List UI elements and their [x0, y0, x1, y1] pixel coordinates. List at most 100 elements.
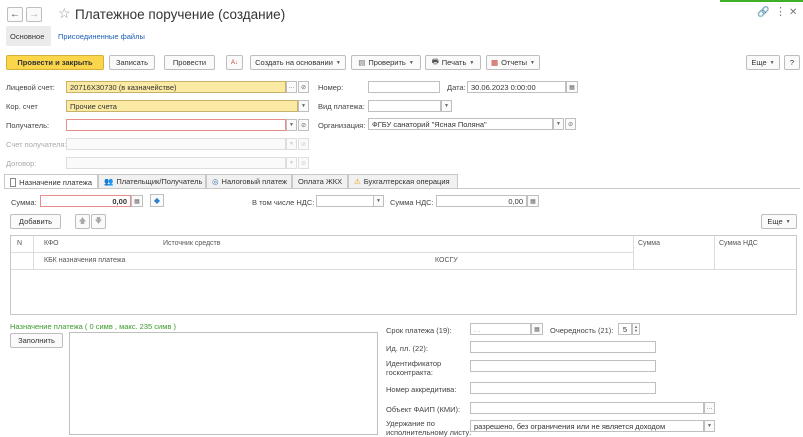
faip-input[interactable]	[470, 402, 704, 414]
more-label: Еще	[751, 58, 767, 67]
deduction-dropdown[interactable]: ▼	[704, 420, 715, 432]
col-source-header[interactable]: Источник средств	[163, 240, 220, 247]
col-n-header[interactable]: N	[17, 240, 22, 247]
post-and-close-label: Провести и закрыть	[17, 58, 93, 67]
tab-accounting-operation[interactable]: ⚠ Бухгалтерская операция	[348, 174, 458, 188]
vat-incl-dropdown[interactable]: ▼	[373, 195, 384, 207]
menu-dots-icon[interactable]: ⋮	[775, 5, 786, 18]
payment-id-input[interactable]	[470, 341, 656, 353]
save-label: Записать	[115, 58, 149, 67]
number-label: Номер:	[318, 83, 344, 92]
sum-input[interactable]: 0,00	[40, 195, 131, 207]
save-button[interactable]: Записать	[109, 55, 155, 70]
move-up-button[interactable]: 🡅	[75, 214, 90, 229]
chevron-down-icon: ▼	[769, 59, 775, 66]
deduction-input[interactable]: разрешено, без ограничения или не являет…	[470, 420, 704, 432]
payment-type-dropdown[interactable]: ▼	[441, 100, 452, 112]
sum-calculator-button[interactable]: ▦	[131, 195, 143, 207]
table-more-button[interactable]: Еще ▼	[761, 214, 797, 229]
vat-sum-input[interactable]: 0,00	[436, 195, 527, 207]
move-down-button[interactable]: 🡇	[91, 214, 106, 229]
help-label: ?	[789, 58, 795, 67]
recipient-input[interactable]	[66, 119, 286, 131]
sort-az-icon: A↓	[230, 59, 238, 66]
recipient-account-input	[66, 138, 286, 150]
contract-id-input[interactable]	[470, 360, 656, 372]
col-kosgu-header[interactable]: КОСГУ	[435, 257, 458, 264]
priority-spinner[interactable]: ▲ ▼	[632, 323, 640, 335]
check-button[interactable]: ▤ Проверить ▼	[351, 55, 421, 70]
vat-sum-calculator-button[interactable]: ▦	[527, 195, 539, 207]
col-kfo-header[interactable]: КФО	[44, 240, 59, 247]
org-dropdown[interactable]: ▼	[553, 118, 564, 130]
table-col-divider	[633, 236, 634, 269]
contract-label: Договор:	[6, 159, 37, 168]
lines-table[interactable]: N КФО Источник средств Сумма Сумма НДС К…	[10, 235, 797, 315]
contract-dropdown: ▼	[286, 157, 297, 169]
account-open-button[interactable]: ⊘	[298, 81, 309, 93]
number-input[interactable]	[368, 81, 440, 93]
account-input[interactable]: 20716Х30730 (в казначействе)	[66, 81, 286, 93]
forward-button[interactable]: →	[26, 7, 42, 22]
add-row-label: Добавить	[18, 217, 53, 226]
reports-button[interactable]: ▦ Отчеты ▼	[486, 55, 540, 70]
date-label: Дата:	[447, 83, 466, 92]
term-label: Срок платежа (19):	[386, 326, 452, 335]
account-label: Лицевой счет:	[6, 83, 55, 92]
post-button[interactable]: Провести	[164, 55, 215, 70]
coin-icon: ◎	[212, 177, 219, 186]
ellipsis-icon: …	[706, 405, 713, 411]
post-and-close-button[interactable]: Провести и закрыть	[6, 55, 104, 70]
term-input[interactable]: . .	[470, 323, 531, 335]
recipient-dropdown[interactable]: ▼	[286, 119, 297, 131]
chevron-down-icon: ▼	[444, 103, 449, 109]
priority-input[interactable]: 5	[618, 323, 632, 335]
tab-payment-purpose[interactable]: Назначение платежа	[4, 174, 98, 189]
vat-incl-label: В том числе НДС:	[252, 198, 315, 207]
purpose-textarea[interactable]	[69, 332, 378, 435]
col-vat-header[interactable]: Сумма НДС	[719, 240, 758, 247]
term-calendar-button[interactable]: ▦	[531, 323, 543, 335]
reports-label: Отчеты	[501, 58, 528, 67]
tab-payer-recipient[interactable]: 👥 Плательщик/Получатель	[98, 174, 206, 188]
sort-button[interactable]: A↓	[226, 55, 243, 70]
account-select-button[interactable]: …	[286, 81, 297, 93]
more-button[interactable]: Еще ▼	[746, 55, 780, 70]
open-link-icon: ⊘	[300, 141, 307, 148]
distribute-button[interactable]: ◆	[150, 194, 164, 207]
org-open-button[interactable]: ⊘	[565, 118, 576, 130]
link-icon[interactable]: 🔗	[757, 7, 769, 18]
sum-label: Сумма:	[11, 198, 37, 207]
close-icon[interactable]: ✕	[789, 7, 797, 18]
users-icon: 👥	[104, 177, 114, 186]
date-calendar-button[interactable]: ▦	[566, 81, 578, 93]
col-sum-header[interactable]: Сумма	[638, 240, 660, 247]
favorite-star-icon[interactable]: ☆	[58, 5, 71, 22]
chevron-down-icon: ▼	[556, 121, 561, 127]
fill-button[interactable]: Заполнить	[10, 333, 63, 348]
tab-attached-files[interactable]: Присоединенные файлы	[58, 32, 145, 41]
vat-incl-input[interactable]	[316, 195, 374, 207]
print-button[interactable]: 🖶 Печать ▼	[425, 55, 481, 70]
date-input[interactable]: 30.06.2023 0:00:00	[467, 81, 566, 93]
accreditive-input[interactable]	[470, 382, 656, 394]
tab-housing-payment[interactable]: Оплата ЖКХ	[292, 174, 348, 188]
chevron-down-icon: ▼	[530, 59, 535, 66]
top-accent-bar	[720, 0, 803, 2]
back-button[interactable]: ←	[7, 7, 23, 22]
org-input[interactable]: ФГБУ санаторий "Ясная Поляна"	[368, 118, 553, 130]
add-row-button[interactable]: Добавить	[10, 214, 61, 229]
cor-account-dropdown[interactable]: ▼	[298, 100, 309, 112]
tab-main[interactable]: Основное	[10, 32, 44, 41]
chevron-down-icon: ▼	[408, 59, 414, 66]
payment-type-input[interactable]	[368, 100, 441, 112]
cor-account-input[interactable]: Прочие счета	[66, 100, 298, 112]
faip-select-button[interactable]: …	[704, 402, 715, 414]
create-based-button[interactable]: Создать на основании ▼	[250, 55, 346, 70]
help-button[interactable]: ?	[784, 55, 800, 70]
open-link-icon: ⊘	[567, 121, 574, 128]
col-kbk-header[interactable]: КБК назначения платежа	[44, 257, 125, 264]
tab-tax-payment[interactable]: ◎ Налоговый платеж	[206, 174, 292, 188]
recipient-open-button[interactable]: ⊘	[298, 119, 309, 131]
org-label: Организация:	[318, 121, 366, 130]
